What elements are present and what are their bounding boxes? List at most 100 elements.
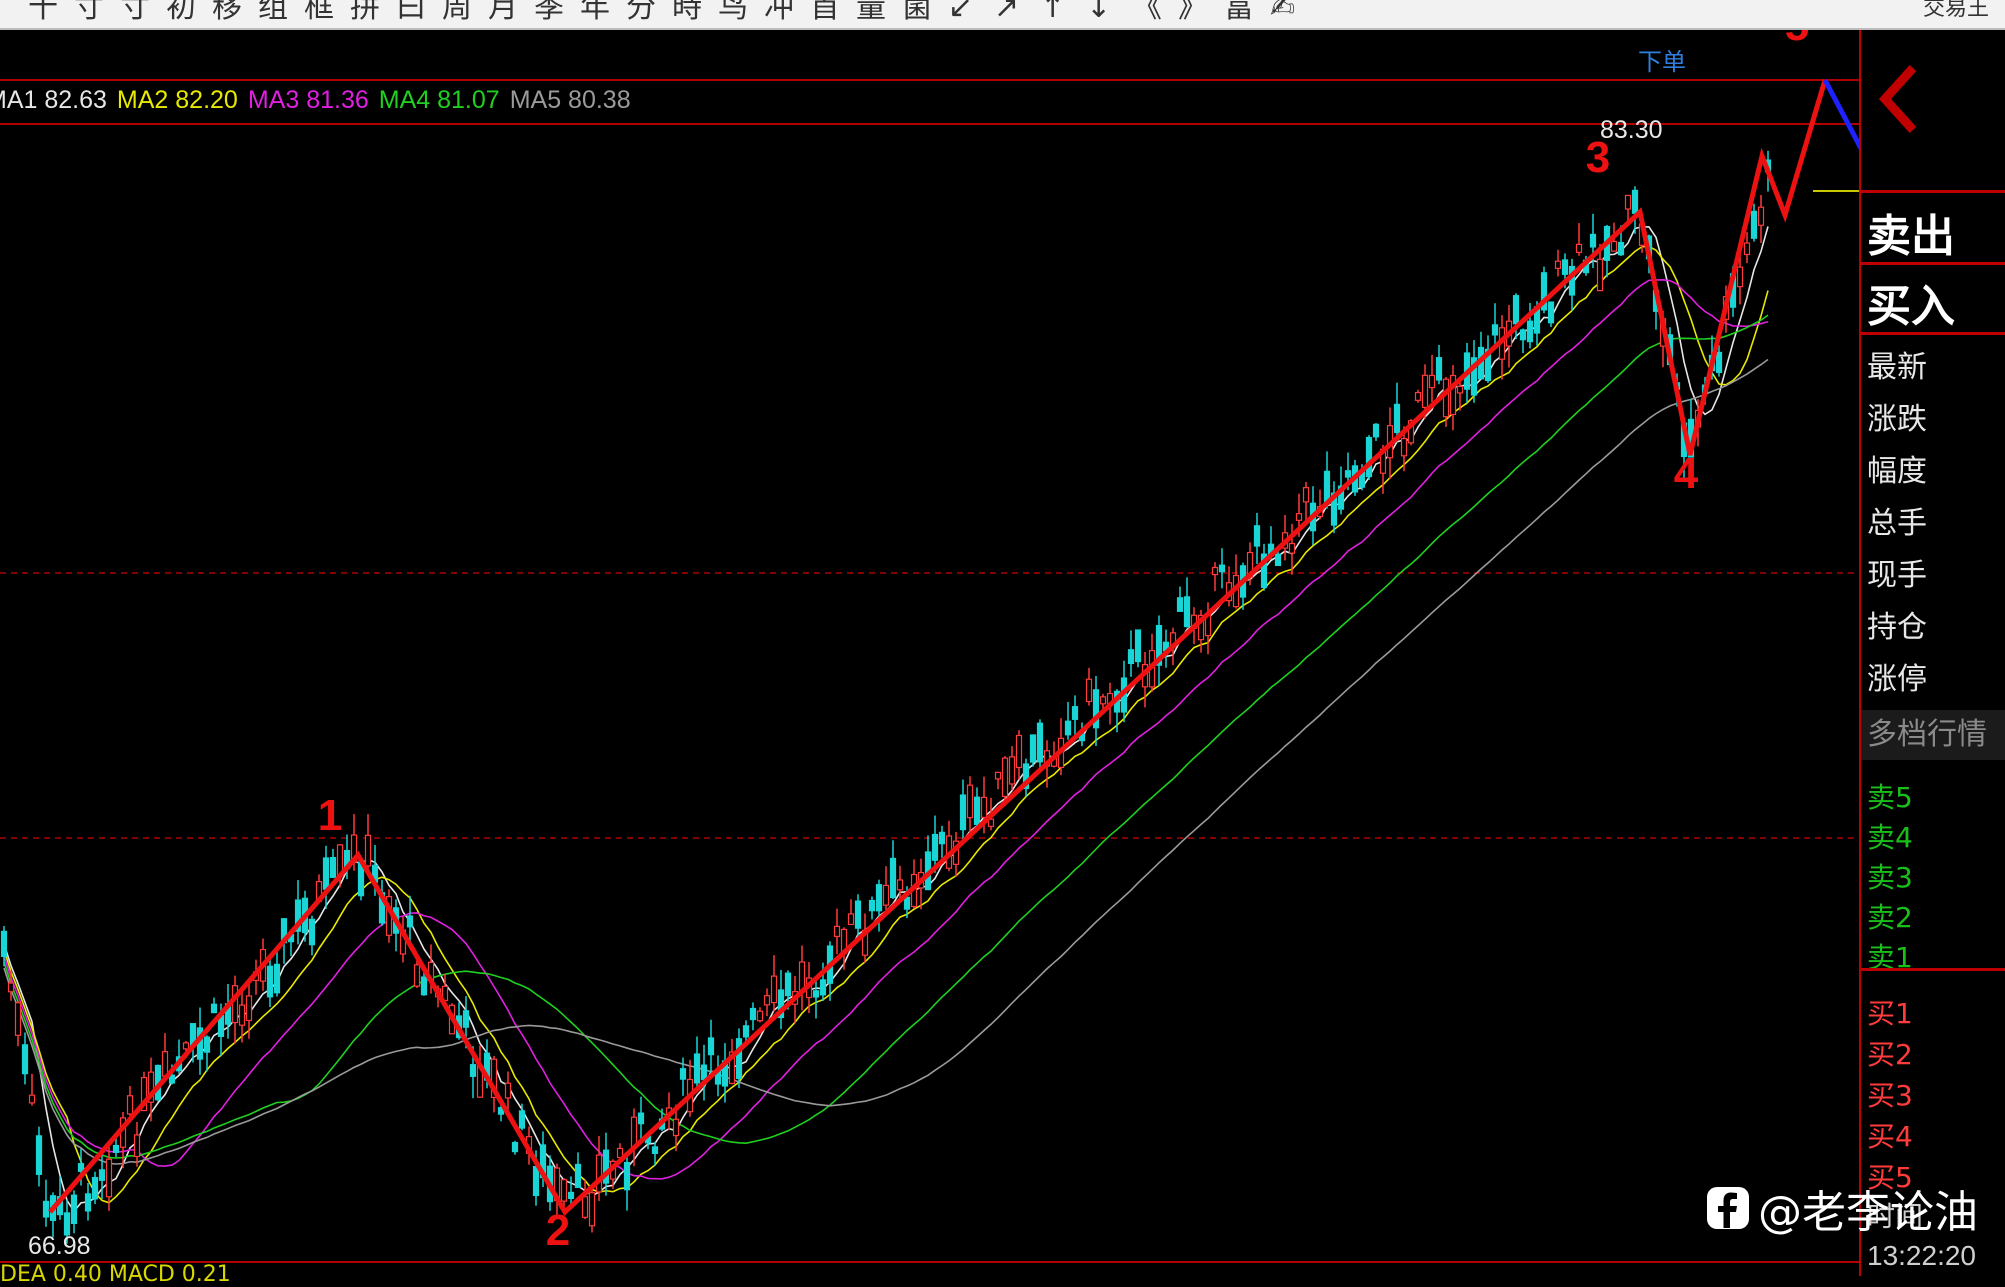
toolbar-button-6[interactable]: 框 [304,0,334,28]
bid-level-label: 买3 [1867,1079,1913,1112]
toolbar-button-23[interactable]: ↓ [1086,0,1111,28]
candle-body [518,1110,526,1129]
candle-body [273,963,281,994]
candle-body [469,1064,477,1077]
candle-body [364,834,372,867]
candle-body [133,1134,141,1158]
ma-line-2 [3,245,1769,1204]
candle-body [1596,258,1604,292]
toolbar-button-17[interactable]: 首 [810,0,840,28]
candle-body [798,961,806,991]
candle-body [903,896,911,910]
side-divider [1861,332,2005,335]
candle-body [1127,649,1135,665]
toolbar-button-20[interactable]: ↙ [948,0,973,28]
candle-body [308,918,316,946]
toolbar-button-18[interactable]: 量 [856,0,886,28]
candle-body [938,831,946,845]
watermark: @老李论油 [1706,1178,1978,1238]
candle-body [896,879,904,891]
depth-quote-tab[interactable]: 多档行情 [1861,710,2005,760]
candle-body [14,1002,22,1036]
toolbar-button-16[interactable]: 冲 [764,0,794,28]
toolbar: 十寸寸初移组框拼曰周月季年分時鸟冲首量菌 ↙ ↗ ↑ ↓ 《》富 ✍ [0,0,2005,30]
candle-body [1414,391,1422,401]
time-value: 13:22:20 [1867,1240,1976,1271]
toolbar-button-3[interactable]: 初 [166,0,196,28]
candle-body [420,976,428,996]
ma-legend-item: MA2 82.20 [116,86,238,114]
quote-field-label: 涨停 [1867,662,1927,697]
toolbar-button-14[interactable]: 時 [672,0,702,28]
candle-body [1435,357,1443,381]
buy-button[interactable]: 买入 [1867,270,1955,334]
toolbar-button-10[interactable]: 月 [488,0,518,28]
toolbar-right-label[interactable]: 交易王 [1923,0,1989,22]
candle-body [1302,487,1310,503]
candle-body [511,1141,519,1153]
candle-body [1071,706,1079,720]
candle-body [210,1003,218,1014]
candle-body [889,857,897,899]
sell-button[interactable]: 卖出 [1867,200,1955,264]
side-divider [1861,262,2005,265]
candle-body [161,1051,169,1077]
candle-body [182,1042,190,1050]
toolbar-button-22[interactable]: ↑ [1040,0,1065,28]
toolbar-button-25[interactable]: 》 [1178,0,1208,28]
order-side-panel: 卖出 买入 最新 涨跌 幅度 总手 现手 持仓 涨停 多档行情 卖5 卖4 卖3 卖2 卖1 买1 买… [1859,30,2005,1276]
side-divider [1861,968,2005,971]
candle-body [413,964,421,987]
toolbar-button-13[interactable]: 分 [626,0,656,28]
candle-body [756,1010,764,1022]
candle-body [1617,241,1625,256]
candle-body [1743,242,1751,256]
side-divider [1861,190,2005,193]
candle-body [672,1118,680,1137]
candle-body [994,771,1002,780]
candle-body [112,1144,120,1153]
toolbar-button-11[interactable]: 季 [534,0,564,28]
toolbar-button-7[interactable]: 拼 [350,0,380,28]
candle-body [959,794,967,831]
toolbar-button-19[interactable]: 菌 [902,0,932,28]
candle-body [574,1163,582,1188]
candle-body [1344,470,1352,478]
candle-body [91,1176,99,1200]
toolbar-button-15[interactable]: 鸟 [718,0,748,28]
candle-body [931,833,939,861]
back-arrow-icon[interactable] [1877,64,1921,134]
candle-body [1036,722,1044,763]
toolbar-button-5[interactable]: 组 [258,0,288,28]
candle-body [70,1194,78,1224]
ma-legend-item: MA1 82.63 [0,86,107,114]
quote-field-label: 最新 [1867,350,1927,385]
order-button[interactable]: 下单 [1638,42,1686,77]
candle-body [1218,564,1226,573]
toolbar-button-0[interactable]: 十 [28,0,58,28]
toolbar-button-12[interactable]: 年 [580,0,610,28]
candle-body [749,1007,757,1021]
toolbar-button-2[interactable]: 寸 [120,0,150,28]
candle-body [560,1179,568,1202]
candle-body [868,899,876,912]
toolbar-button-27[interactable]: ✍ [1270,0,1295,28]
candle-body [126,1095,134,1115]
toolbar-button-21[interactable]: ↗ [994,0,1019,28]
toolbar-button-4[interactable]: 移 [212,0,242,28]
kline-chart: 12345 [0,30,1859,1263]
candle-body [735,1038,743,1080]
toolbar-button-24[interactable]: 《 [1132,0,1162,28]
candle-body [1064,720,1072,736]
ask-level-label: 卖3 [1867,861,1913,894]
toolbar-button-8[interactable]: 曰 [396,0,426,28]
toolbar-button-1[interactable]: 寸 [74,0,104,28]
candle-body [847,913,855,926]
toolbar-button-26[interactable]: 富 [1224,0,1254,28]
candle-body [1526,320,1534,343]
candle-body [693,1053,701,1084]
toolbar-button-9[interactable]: 周 [442,0,472,28]
candle-body [1008,756,1016,785]
watermark-text: @老李论油 [1758,1187,1978,1238]
candle-body [21,1044,29,1075]
